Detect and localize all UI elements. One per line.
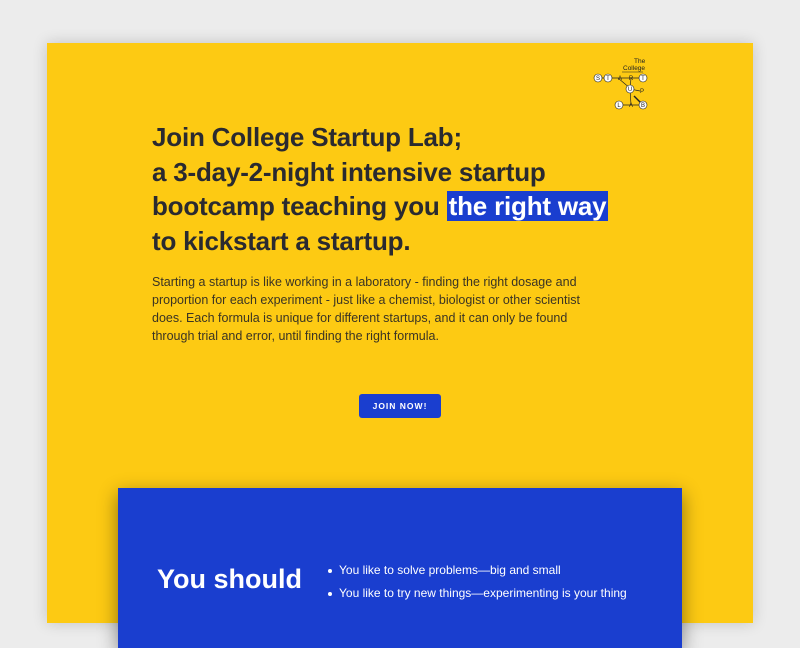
headline-line-1: Join College Startup Lab; [152,122,462,152]
section-title: You should [157,564,302,594]
headline-line-4: to kickstart a startup. [152,225,411,256]
logo-letter-a: A [618,76,622,82]
reasons-list: You like to solve problems—big and small… [326,563,627,609]
logo-title-the: The [634,58,646,65]
logo-title-college: College [623,65,645,72]
intro-paragraph: Starting a startup is like working in a … [152,275,580,343]
headline-line-3: bootcamp teaching you the right way [152,189,652,224]
logo-letter-t: T [606,76,610,82]
logo-letter-t2: T [641,76,645,82]
college-startup-lab-logo[interactable]: The College S T A R T U P L A B [593,56,655,111]
molecule-logo-icon: The College S T A R T U P L A B [593,58,648,110]
headline-line-2: a 3-day-2-night intensive startup [152,156,546,187]
list-item: You like to solve problems—big and small [326,563,627,586]
join-now-button[interactable]: JOIN NOW! [359,394,441,418]
headline-highlight: the right way [446,191,609,221]
logo-letter-a2: A [629,103,633,109]
logo-letter-r: R [629,76,634,82]
headline-line-3-text: bootcamp teaching you [152,191,447,221]
list-item: You like to try new things—experimenting… [326,586,627,609]
you-should-section: You should You like to solve problems—bi… [118,488,682,648]
logo-letter-s: S [596,76,600,82]
logo-letter-p: P [640,89,644,95]
logo-letter-u: U [628,87,632,93]
logo-letter-b: B [641,103,645,109]
hero-headline: Join College Startup Lab; a 3-day-2-nigh… [152,120,652,258]
landing-page: The College S T A R T U P L A B Join Col… [47,43,753,648]
